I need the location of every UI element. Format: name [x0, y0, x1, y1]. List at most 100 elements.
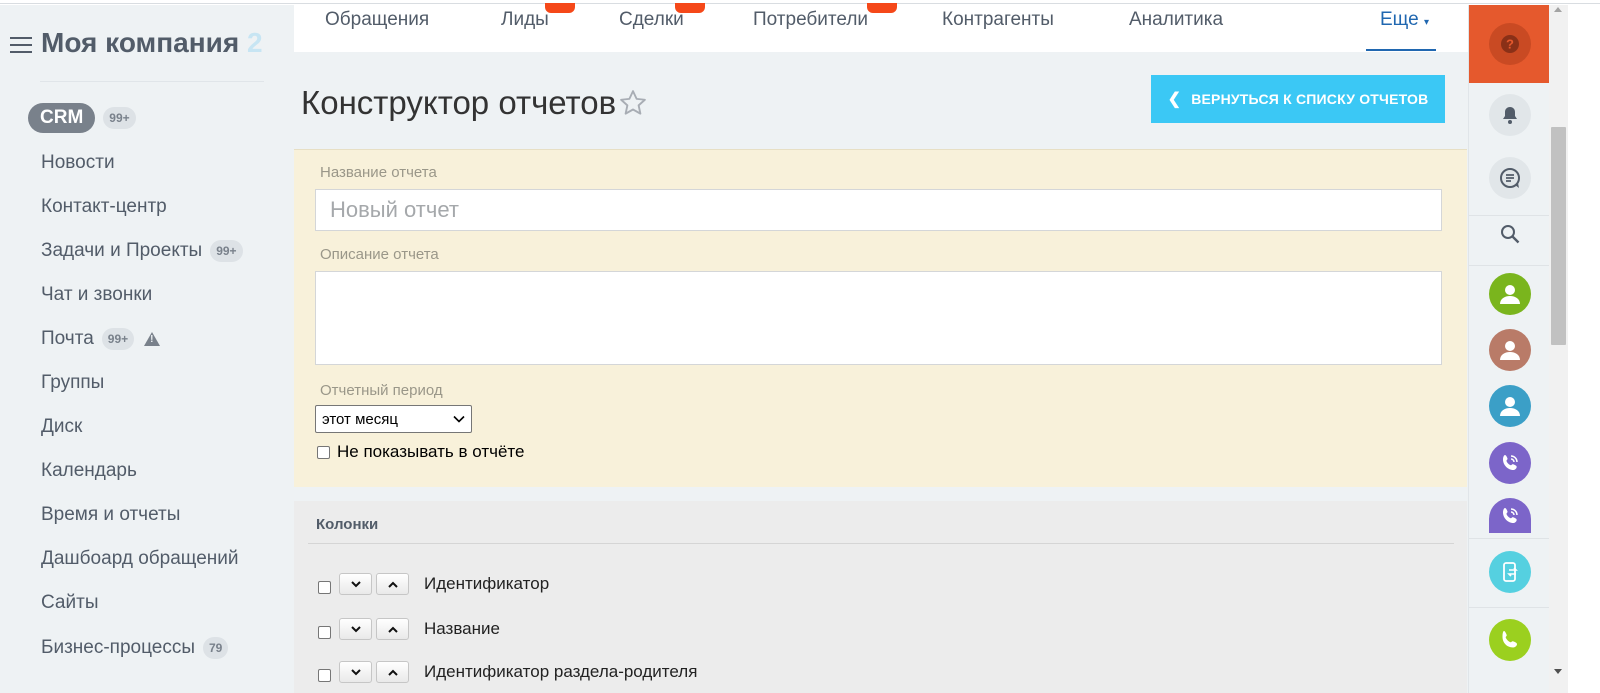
company-name[interactable]: Моя компания 2 — [41, 27, 263, 59]
move-down-button[interactable] — [339, 618, 372, 640]
tab-consumers[interactable]: Потребители — [753, 3, 897, 31]
page-scrollbar[interactable] — [1549, 5, 1568, 693]
chevron-up-icon — [387, 626, 398, 633]
sidebar-item-news[interactable]: Новости — [41, 148, 115, 178]
sidebar-item-disk[interactable]: Диск — [41, 412, 82, 442]
chevron-down-icon — [350, 625, 361, 632]
main-content: Конструктор отчетов ❮ ВЕРНУТЬСЯ К СПИСКУ… — [294, 52, 1468, 693]
logo-row: Моя компания 2 — [0, 5, 294, 85]
report-name-input[interactable] — [315, 189, 1442, 231]
search-icon[interactable] — [1489, 213, 1531, 255]
tab-counterparties[interactable]: Контрагенты — [942, 9, 1054, 31]
chevron-up-icon — [387, 669, 398, 676]
chat-icon[interactable] — [1489, 157, 1531, 199]
sidebar-item-counter: 99+ — [210, 240, 243, 262]
column-checkbox[interactable] — [318, 625, 331, 639]
column-checkbox[interactable] — [318, 668, 331, 682]
move-up-button[interactable] — [376, 661, 409, 683]
column-row: Название — [318, 618, 500, 640]
svg-text:?: ? — [1506, 37, 1514, 52]
sidebar-item-label: Время и отчеты — [41, 504, 181, 525]
user-avatar-icon[interactable] — [1489, 385, 1531, 427]
sidebar-item-business-processes[interactable]: Бизнес-процессы 79 — [41, 633, 229, 663]
sidebar-item-label: Дашбоард обращений — [41, 548, 239, 569]
sidebar-item-crm-counter: 99+ — [103, 107, 136, 129]
column-label: Идентификатор раздела-родителя — [424, 662, 698, 681]
move-down-button[interactable] — [339, 661, 372, 683]
back-to-reports-button[interactable]: ❮ ВЕРНУТЬСЯ К СПИСКУ ОТЧЕТОВ — [1151, 75, 1445, 123]
back-to-reports-label: ВЕРНУТЬСЯ К СПИСКУ ОТЧЕТОВ — [1191, 91, 1429, 107]
scroll-down-icon[interactable] — [1554, 669, 1562, 674]
move-up-button[interactable] — [376, 618, 409, 640]
column-row: Идентификатор раздела-родителя — [318, 661, 697, 683]
mobile-sync-icon[interactable] — [1489, 551, 1531, 593]
tab-deals[interactable]: Сделки — [619, 3, 705, 31]
tab-requests[interactable]: Обращения — [325, 9, 429, 31]
tab-more[interactable]: Еще ▾ — [1380, 9, 1429, 31]
chevron-down-icon — [350, 668, 361, 675]
tab-more-active-indicator — [1366, 49, 1436, 51]
sidebar-item-sites[interactable]: Сайты — [41, 588, 98, 618]
columns-title: Колонки — [316, 516, 379, 533]
sidebar-item-counter: 79 — [203, 637, 229, 659]
columns-divider — [308, 543, 1454, 544]
phone-icon[interactable] — [1489, 619, 1531, 661]
sidebar-item-dashboard[interactable]: Дашбоард обращений — [41, 544, 238, 574]
sidebar-item-mail[interactable]: Почта 99+ — [41, 324, 161, 354]
sidebar-item-label: Календарь — [41, 460, 137, 481]
crm-top-nav: Обращения Лиды Сделки Потребители Контра… — [294, 3, 1468, 52]
sidebar-item-label: Почта — [41, 328, 94, 349]
sidebar-item-crm[interactable]: CRM 99+ — [28, 103, 136, 133]
scroll-up-icon[interactable] — [1554, 7, 1562, 12]
column-checkbox[interactable] — [318, 580, 331, 594]
sidebar-item-tasks[interactable]: Задачи и Проекты 99+ — [41, 236, 243, 266]
chevron-down-icon — [453, 415, 465, 423]
report-description-input[interactable] — [315, 271, 1442, 365]
sidebar-item-chat[interactable]: Чат и звонки — [41, 280, 152, 310]
sidebar-item-contact-center[interactable]: Контакт-центр — [41, 192, 167, 222]
sidebar-item-time-reports[interactable]: Время и отчеты — [41, 500, 180, 530]
chevron-left-icon: ❮ — [1167, 91, 1182, 108]
scroll-thumb[interactable] — [1551, 127, 1566, 345]
viber-icon[interactable] — [1489, 442, 1531, 484]
hide-in-report-checkbox[interactable] — [317, 445, 330, 459]
columns-panel: Колонки Идентификатор Название Идентифик… — [294, 501, 1467, 693]
report-description-label: Описание отчета — [320, 246, 439, 263]
move-down-button[interactable] — [339, 573, 372, 595]
tab-leads-badge — [545, 3, 575, 13]
sidebar-item-label: Бизнес-процессы — [41, 637, 195, 658]
sidebar-item-label: Диск — [41, 416, 83, 437]
star-icon[interactable] — [618, 88, 648, 118]
tab-analytics[interactable]: Аналитика — [1129, 9, 1223, 31]
move-up-button[interactable] — [376, 573, 409, 595]
sidebar-item-crm-label: CRM — [28, 103, 96, 133]
company-name-fade: 2 — [247, 27, 263, 58]
sidebar-item-label: Новости — [41, 152, 115, 173]
bell-icon[interactable] — [1489, 94, 1531, 136]
tab-consumers-badge — [867, 3, 897, 13]
report-period-label: Отчетный период — [320, 382, 443, 399]
hide-in-report-row: Не показывать в отчёте — [317, 442, 524, 462]
sidebar-item-label: Сайты — [41, 592, 99, 613]
left-sidebar: Моя компания 2 CRM 99+ Новости Контакт-ц… — [0, 5, 294, 693]
viber-icon[interactable] — [1489, 498, 1531, 533]
sidebar-item-label: Контакт-центр — [41, 196, 167, 217]
chevron-down-icon — [350, 580, 361, 587]
user-avatar-icon[interactable] — [1489, 273, 1531, 315]
sidebar-item-groups[interactable]: Группы — [41, 368, 104, 398]
menu-burger-icon[interactable] — [10, 37, 32, 53]
report-period-select[interactable]: этот месяц — [315, 405, 472, 433]
tab-leads[interactable]: Лиды — [501, 3, 575, 31]
user-avatar-icon[interactable] — [1489, 329, 1531, 371]
help-area: ? — [1469, 5, 1550, 83]
rail-divider — [1469, 538, 1550, 539]
chevron-down-icon: ▾ — [1423, 17, 1429, 28]
sidebar-item-label: Задачи и Проекты — [41, 240, 203, 261]
rail-divider — [1469, 607, 1550, 608]
help-icon[interactable]: ? — [1489, 23, 1531, 65]
tab-deals-badge — [675, 3, 705, 13]
rail-divider — [1469, 265, 1550, 266]
chevron-up-icon — [387, 581, 398, 588]
sidebar-item-calendar[interactable]: Календарь — [41, 456, 137, 486]
warning-icon — [144, 332, 161, 346]
